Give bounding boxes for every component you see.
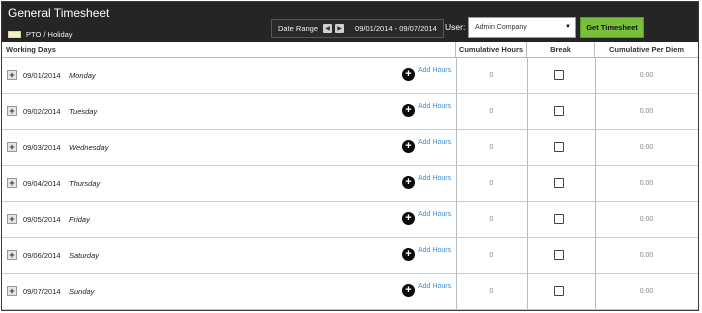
- expand-icon[interactable]: +: [7, 106, 17, 116]
- expand-icon[interactable]: +: [7, 142, 17, 152]
- chevron-right-icon[interactable]: ▶: [335, 24, 345, 33]
- timesheet-row: +09/04/2014 Thursday + Add Hours 0 0.00: [2, 166, 698, 202]
- row-day: Friday: [69, 215, 90, 224]
- add-hours-link[interactable]: Add Hours: [418, 211, 451, 218]
- pto-legend-label: PTO / Holiday: [26, 30, 73, 39]
- cumulative-hours-value: 0: [489, 288, 494, 295]
- row-date: 09/02/2014: [23, 107, 61, 116]
- break-checkbox[interactable]: [554, 70, 564, 80]
- break-checkbox[interactable]: [554, 142, 564, 152]
- add-circle-icon[interactable]: +: [402, 68, 415, 81]
- add-circle-icon[interactable]: +: [402, 248, 415, 261]
- cumulative-hours-value: 0: [489, 180, 494, 187]
- date-range-value: 09/01/2014 - 09/07/2014: [355, 24, 437, 33]
- add-hours-control[interactable]: + Add Hours: [402, 67, 451, 81]
- pto-swatch: [8, 31, 21, 38]
- per-diem-value: 0.00: [639, 108, 654, 115]
- row-day: Tuesday: [69, 107, 98, 116]
- add-circle-icon[interactable]: +: [402, 212, 415, 225]
- timesheet-row: +09/06/2014 Saturday + Add Hours 0 0.00: [2, 238, 698, 274]
- timesheet-panel: General Timesheet PTO / Holiday Date Ran…: [1, 1, 699, 311]
- per-diem-value: 0.00: [639, 216, 654, 223]
- per-diem-value: 0.00: [639, 144, 654, 151]
- get-timesheet-button[interactable]: Get Timesheet: [580, 17, 644, 38]
- per-diem-value: 0.00: [639, 252, 654, 259]
- expand-icon[interactable]: +: [7, 286, 17, 296]
- add-circle-icon[interactable]: +: [402, 176, 415, 189]
- row-day: Monday: [69, 71, 96, 80]
- cumulative-hours-value: 0: [489, 144, 494, 151]
- date-range-control: Date Range ◀ ▶ 09/01/2014 - 09/07/2014: [271, 19, 444, 38]
- expand-icon[interactable]: +: [7, 70, 17, 80]
- row-day: Saturday: [69, 251, 100, 260]
- add-hours-control[interactable]: + Add Hours: [402, 175, 451, 189]
- break-checkbox[interactable]: [554, 250, 564, 260]
- row-date: 09/04/2014: [23, 179, 61, 188]
- cumulative-hours-value: 0: [489, 252, 494, 259]
- timesheet-row: +09/05/2014 Friday + Add Hours 0 0.00: [2, 202, 698, 238]
- cumulative-hours-value: 0: [489, 216, 494, 223]
- column-header-cumulative-hours: Cumulative Hours: [456, 42, 527, 58]
- add-hours-control[interactable]: + Add Hours: [402, 139, 451, 153]
- date-range-label: Date Range: [278, 24, 319, 33]
- expand-icon[interactable]: +: [7, 214, 17, 224]
- user-select[interactable]: Admin Company ▼: [468, 17, 576, 38]
- row-date: 09/05/2014: [23, 215, 61, 224]
- timesheet-row: +09/03/2014 Wednesday + Add Hours 0 0.00: [2, 130, 698, 166]
- pto-legend: PTO / Holiday: [8, 30, 73, 39]
- timesheet-row: +09/07/2014 Sunday + Add Hours 0 0.00: [2, 274, 698, 310]
- column-header-working-days: Working Days: [2, 42, 456, 58]
- dropdown-caret-icon: ▼: [565, 24, 571, 30]
- per-diem-value: 0.00: [639, 72, 654, 79]
- add-hours-control[interactable]: + Add Hours: [402, 211, 451, 225]
- add-hours-link[interactable]: Add Hours: [418, 139, 451, 146]
- column-header-cumulative-per-diem: Cumulative Per Diem: [595, 42, 698, 58]
- add-circle-icon[interactable]: +: [402, 140, 415, 153]
- break-checkbox[interactable]: [554, 286, 564, 296]
- row-day: Thursday: [69, 179, 101, 188]
- add-hours-control[interactable]: + Add Hours: [402, 283, 451, 297]
- expand-icon[interactable]: +: [7, 178, 17, 188]
- per-diem-value: 0.00: [639, 180, 654, 187]
- break-checkbox[interactable]: [554, 178, 564, 188]
- add-hours-link[interactable]: Add Hours: [418, 67, 451, 74]
- timesheet-row: +09/02/2014 Tuesday + Add Hours 0 0.00: [2, 94, 698, 130]
- timesheet-row: +09/01/2014 Monday + Add Hours 0 0.00: [2, 58, 698, 94]
- column-header-break: Break: [527, 42, 595, 58]
- user-label: User:: [445, 22, 466, 32]
- add-hours-link[interactable]: Add Hours: [418, 175, 451, 182]
- break-checkbox[interactable]: [554, 106, 564, 116]
- page-title: General Timesheet: [8, 6, 110, 20]
- row-day: Sunday: [69, 287, 95, 296]
- chevron-left-icon[interactable]: ◀: [323, 24, 333, 33]
- cumulative-hours-value: 0: [489, 72, 494, 79]
- row-date: 09/07/2014: [23, 287, 61, 296]
- add-circle-icon[interactable]: +: [402, 284, 415, 297]
- user-select-value: Admin Company: [475, 24, 527, 31]
- add-circle-icon[interactable]: +: [402, 104, 415, 117]
- cumulative-hours-value: 0: [489, 108, 494, 115]
- add-hours-link[interactable]: Add Hours: [418, 283, 451, 290]
- timesheet-header: General Timesheet PTO / Holiday Date Ran…: [2, 2, 698, 42]
- add-hours-control[interactable]: + Add Hours: [402, 247, 451, 261]
- row-day: Wednesday: [69, 143, 109, 152]
- expand-icon[interactable]: +: [7, 250, 17, 260]
- row-date: 09/03/2014: [23, 143, 61, 152]
- row-date: 09/06/2014: [23, 251, 61, 260]
- break-checkbox[interactable]: [554, 214, 564, 224]
- add-hours-link[interactable]: Add Hours: [418, 247, 451, 254]
- add-hours-link[interactable]: Add Hours: [418, 103, 451, 110]
- per-diem-value: 0.00: [639, 288, 654, 295]
- add-hours-control[interactable]: + Add Hours: [402, 103, 451, 117]
- row-date: 09/01/2014: [23, 71, 61, 80]
